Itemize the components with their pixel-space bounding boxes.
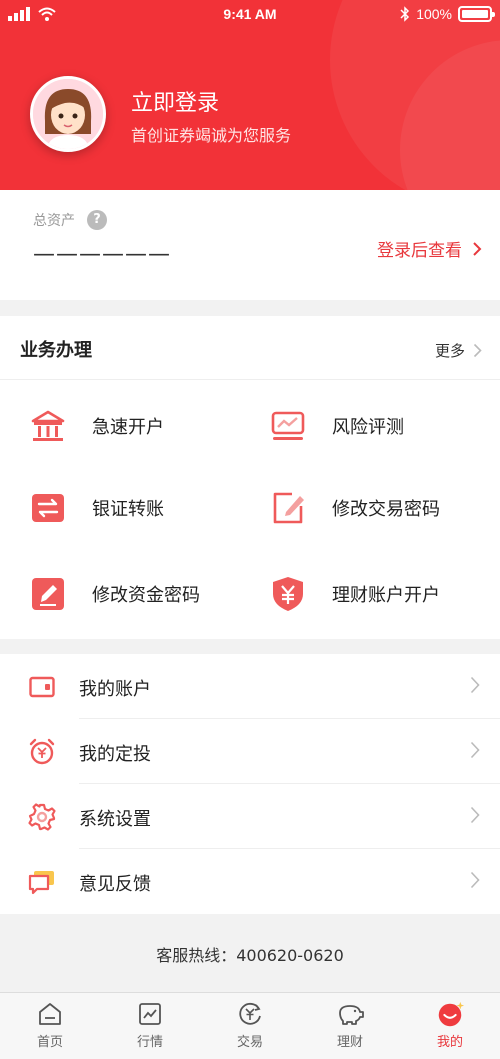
more-button[interactable]: 更多: [435, 340, 482, 361]
battery-icon: [458, 6, 495, 22]
bank-icon: [31, 410, 65, 441]
login-subtitle: 首创证券竭诚为您服务: [131, 126, 292, 145]
biz-item-label: 银证转账: [92, 499, 164, 520]
tab-label: 首页: [36, 1035, 63, 1050]
biz-item-change-trade-password[interactable]: 修改交易密码: [268, 488, 440, 528]
biz-item-quick-account[interactable]: 急速开户: [28, 406, 164, 446]
menu-item-label: 系统设置: [79, 809, 151, 830]
menu-item-my-account[interactable]: 我的账户: [0, 654, 500, 719]
biz-item-change-fund-password[interactable]: 修改资金密码: [28, 574, 200, 614]
view-after-login-link[interactable]: 登录后查看: [377, 236, 482, 261]
profile-header: 9:41 AM 100% 立即登录 首创证券竭诚为您服务: [0, 0, 500, 190]
biz-item-label: 风险评测: [332, 417, 404, 438]
chevron-right-icon: [470, 741, 480, 759]
chevron-right-icon: [470, 806, 480, 824]
tab-label: 行情: [136, 1035, 163, 1050]
profile-icon: [438, 1001, 465, 1027]
edit-icon: [273, 492, 304, 524]
assets-value: ——————: [33, 242, 171, 267]
gear-icon: [28, 803, 56, 831]
biz-item-label: 理财账户开户: [332, 585, 440, 606]
chart-icon: [271, 411, 305, 440]
tab-home[interactable]: 首页: [0, 993, 100, 1059]
tab-wealth[interactable]: 理财: [300, 993, 400, 1059]
market-icon: [139, 1003, 161, 1025]
chevron-right-icon: [473, 343, 482, 358]
help-icon[interactable]: ?: [87, 210, 107, 230]
chevron-right-icon: [473, 241, 482, 256]
menu-item-label: 我的账户: [79, 679, 151, 700]
wallet-icon: [29, 676, 55, 698]
piggy-icon: [339, 1005, 364, 1025]
business-title: 业务办理: [20, 340, 92, 361]
avatar[interactable]: [30, 76, 106, 152]
biz-item-bank-transfer[interactable]: 银证转账: [28, 488, 164, 528]
menu-item-label: 意见反馈: [79, 874, 151, 895]
login-title[interactable]: 立即登录: [131, 85, 219, 117]
chevron-right-icon: [470, 676, 480, 694]
biz-item-label: 急速开户: [92, 417, 164, 438]
assets-label: 总资产: [33, 213, 75, 229]
battery-text: 100%: [416, 6, 452, 22]
view-after-login-label: 登录后查看: [377, 241, 462, 261]
status-bar: 9:41 AM 100%: [0, 0, 500, 30]
menu-item-feedback[interactable]: 意见反馈: [0, 849, 500, 914]
shield-yen-icon: [273, 577, 303, 611]
avatar-girl-icon: [33, 79, 103, 149]
tab-label: 交易: [236, 1035, 263, 1050]
business-section: 业务办理 更多 急速开户 风险评测 银证转账 修改交易密码 修改资金密码 理财账…: [0, 316, 500, 639]
tab-label: 我的: [436, 1035, 463, 1050]
bluetooth-icon: [400, 6, 410, 22]
pencil-icon: [32, 578, 64, 610]
feedback-icon: [28, 871, 54, 895]
tab-mine[interactable]: 我的: [400, 993, 500, 1059]
assets-card: 总资产 ? —————— 登录后查看: [0, 190, 500, 300]
business-header: 业务办理 更多: [0, 316, 500, 380]
menu-list: 我的账户 我的定投 系统设置 意见反馈: [0, 654, 500, 914]
chevron-right-icon: [470, 871, 480, 889]
transfer-icon: [32, 494, 64, 522]
tab-bar: 首页 行情 交易 理财 我的: [0, 992, 500, 1059]
home-icon: [39, 1003, 61, 1025]
customer-service-hotline[interactable]: 客服热线：400620-0620: [0, 942, 500, 966]
more-label: 更多: [434, 342, 465, 360]
menu-item-label: 我的定投: [79, 744, 151, 765]
alarm-yen-icon: [29, 738, 55, 765]
tab-market[interactable]: 行情: [100, 993, 200, 1059]
biz-item-label: 修改交易密码: [332, 499, 440, 520]
tab-label: 理财: [336, 1035, 363, 1050]
biz-item-wealth-account[interactable]: 理财账户开户: [268, 574, 440, 614]
biz-item-risk-assessment[interactable]: 风险评测: [268, 406, 404, 446]
trade-icon: [239, 1002, 261, 1025]
biz-item-label: 修改资金密码: [92, 585, 200, 606]
menu-item-system-settings[interactable]: 系统设置: [0, 784, 500, 849]
menu-item-my-investment-plan[interactable]: 我的定投: [0, 719, 500, 784]
tab-trade[interactable]: 交易: [200, 993, 300, 1059]
